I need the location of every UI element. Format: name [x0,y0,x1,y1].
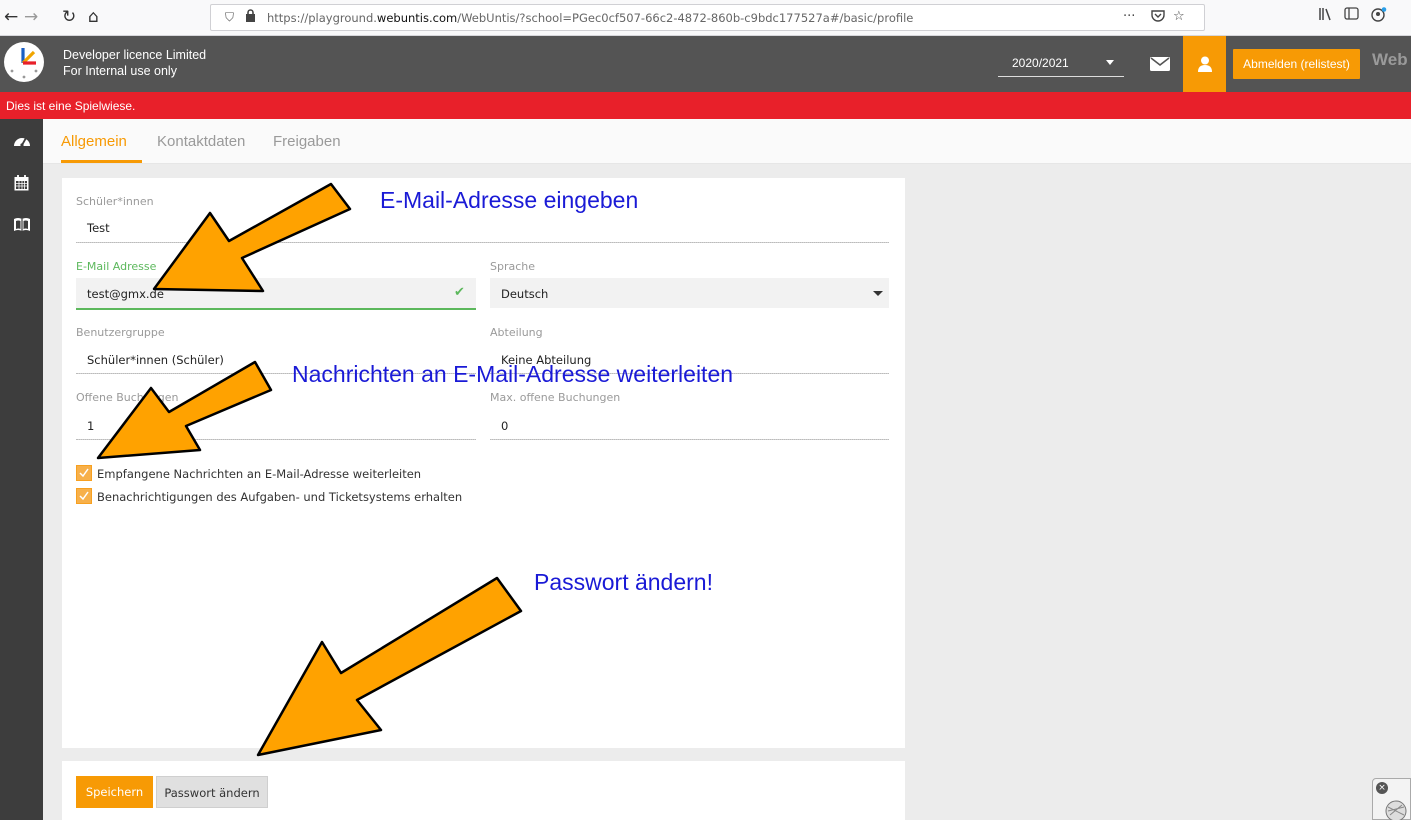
url-text: https://playground.webuntis.com/WebUntis… [267,11,914,25]
page-actions-icon[interactable]: ··· [1123,9,1135,24]
profile-form-card [62,178,905,748]
language-label: Sprache [490,260,536,273]
widget-icon [1385,800,1407,820]
change-password-button[interactable]: Passwort ändern [156,776,268,808]
url-bar[interactable]: ⛉ https://playground.webuntis.com/WebUnt… [210,4,1205,31]
floating-widget[interactable]: × [1372,778,1411,820]
save-button[interactable]: Speichern [76,776,153,808]
annotation-forward: Nachrichten an E-Mail-Adresse weiterleit… [292,361,734,387]
chevron-down-icon [1106,60,1114,65]
active-tab-indicator [61,160,142,163]
max-open-bookings-value: 0 [501,419,509,433]
profile-button[interactable] [1183,36,1226,92]
reload-icon[interactable]: ↻ [62,6,76,28]
bookmark-star-icon[interactable]: ☆ [1173,9,1185,24]
home-icon[interactable]: ⌂ [88,6,99,28]
back-icon[interactable]: ← [4,6,18,28]
school-year-select[interactable]: 2020/2021 [998,49,1124,77]
calendar-icon[interactable] [0,175,43,195]
tracking-shield-icon[interactable]: ⛉ [225,10,234,25]
chevron-down-icon [873,291,883,296]
checkmark-icon [79,468,89,478]
licence-line-2: For Internal use only [63,64,177,78]
profile-tabs: Allgemein Kontaktdaten Freigaben [43,119,1411,164]
lock-icon[interactable] [245,9,256,25]
licence-info: Developer licence Limited For Internal u… [63,47,206,79]
tab-allgemein[interactable]: Allgemein [61,133,127,150]
webuntis-logo[interactable] [4,42,44,82]
sandbox-banner: Dies ist eine Spielwiese. [0,92,1411,119]
close-icon[interactable]: × [1376,782,1388,794]
usergroup-value: Schüler*innen (Schüler) [87,353,224,367]
usergroup-label: Benutzergruppe [76,326,165,339]
envelope-icon [1150,57,1170,71]
annotation-email: E-Mail-Adresse eingeben [380,187,639,213]
school-year-value: 2020/2021 [1012,56,1069,70]
app-header: Developer licence Limited For Internal u… [0,36,1411,92]
max-open-bookings-label: Max. offene Buchungen [490,391,621,404]
forward-messages-label[interactable]: Empfangene Nachrichten an E-Mail-Adresse… [97,467,421,481]
browser-toolbar: ← → ↻ ⌂ ⛉ https://playground.webuntis.co… [0,0,1411,36]
account-icon[interactable] [1370,7,1387,27]
licence-line-1: Developer licence Limited [63,48,207,62]
email-valid-underline [76,308,476,310]
messages-button[interactable] [1137,36,1181,92]
language-select[interactable] [490,278,889,308]
student-value: Test [87,221,110,235]
user-icon [1198,56,1212,72]
open-bookings-underline [76,439,476,440]
dashboard-icon[interactable] [0,133,43,153]
library-icon[interactable] [1318,7,1333,25]
max-open-bookings-underline [490,439,889,440]
student-underline [76,242,889,243]
tab-freigaben[interactable]: Freigaben [273,133,341,150]
ticket-notifications-checkbox[interactable] [76,488,92,504]
ticket-notifications-label[interactable]: Benachrichtigungen des Aufgaben- und Tic… [97,490,462,504]
logout-button[interactable]: Abmelden (relistest) [1233,49,1360,79]
open-bookings-value: 1 [87,419,95,433]
valid-check-icon: ✔ [454,285,465,300]
sidebar-toggle-icon[interactable] [1344,7,1359,24]
language-value: Deutsch [501,287,549,301]
student-label: Schüler*innen [76,195,154,208]
brand-text: Web [1372,50,1408,69]
department-label: Abteilung [490,326,543,339]
forward-messages-checkbox[interactable] [76,465,92,481]
checkmark-icon [79,491,89,501]
sidebar [0,119,43,820]
email-value: test@gmx.de [87,287,164,301]
tab-kontaktdaten[interactable]: Kontaktdaten [157,133,245,150]
annotation-password: Passwort ändern! [534,569,713,595]
pocket-icon[interactable] [1151,9,1165,26]
open-bookings-label: Offene Buchungen [76,391,179,404]
email-label: E-Mail Adresse [76,260,157,273]
forward-icon[interactable]: → [24,6,38,28]
book-icon[interactable] [0,217,43,236]
